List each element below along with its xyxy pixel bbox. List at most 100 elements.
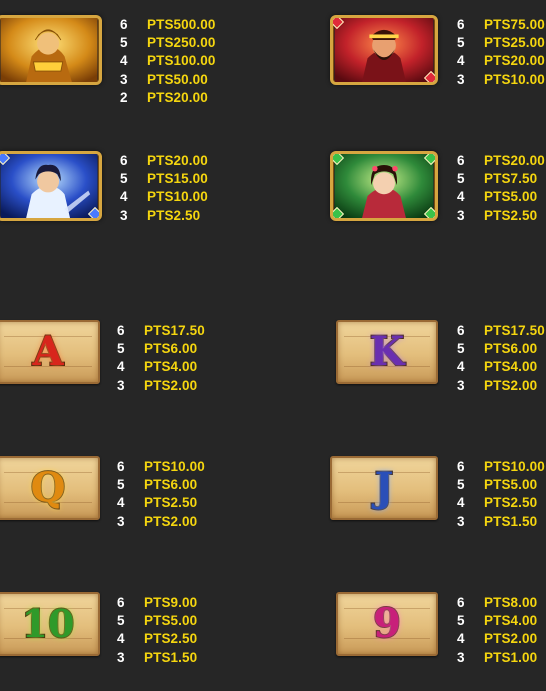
- payout-row: 5 PTS7.50: [457, 169, 545, 187]
- payout-value: PTS2.00: [144, 513, 198, 529]
- card-j-glyph: J: [374, 464, 395, 511]
- payout-row: 6 PTS17.50: [457, 321, 545, 339]
- paytable-card-a: 6 PTS17.50 5 PTS6.00 4 PTS4.00 3 PTS2.00: [117, 321, 205, 394]
- payout-value: PTS10.00: [484, 458, 545, 474]
- payout-value: PTS5.00: [484, 189, 538, 205]
- payout-row: 5 PTS6.00: [117, 339, 205, 357]
- match-count: 5: [117, 340, 125, 356]
- payout-value: PTS5.00: [144, 612, 198, 628]
- payout-row: 6 PTS20.00: [457, 151, 545, 169]
- payout-row: 5 PTS4.00: [457, 611, 537, 629]
- match-count: 6: [117, 594, 125, 610]
- symbol-gold-warrior: [0, 15, 102, 85]
- paytable-red-warrior: 6 PTS75.00 5 PTS25.00 4 PTS20.00 3 PTS10.00: [457, 15, 545, 88]
- match-count: 5: [457, 612, 465, 628]
- payout-value: PTS2.00: [484, 631, 538, 647]
- paytable-gold-warrior: 6 PTS500.00 5 PTS250.00 4 PTS100.00 3 PTS50.…: [120, 15, 215, 106]
- paytable-card-k: 6 PTS17.50 5 PTS6.00 4 PTS4.00 3 PTS2.00: [457, 321, 545, 394]
- payout-value: PTS20.00: [147, 152, 208, 168]
- match-count: 4: [117, 359, 125, 375]
- match-count: 5: [457, 340, 465, 356]
- symbol-card-9: 9: [336, 592, 438, 656]
- match-count: 3: [117, 377, 125, 393]
- gold-warrior-portrait-icon: [0, 18, 98, 82]
- payout-value: PTS2.50: [144, 631, 198, 647]
- red-warrior-portrait-icon: [334, 18, 434, 82]
- payout-row: 4 PTS2.50: [117, 494, 205, 512]
- payout-value: PTS15.00: [147, 170, 208, 186]
- match-count: 4: [117, 495, 125, 511]
- symbol-card-k: K: [336, 320, 438, 384]
- match-count: 3: [117, 649, 125, 665]
- payout-row: 3 PTS1.50: [457, 512, 545, 530]
- payout-row: 5 PTS6.00: [457, 339, 545, 357]
- payout-value: PTS50.00: [147, 71, 208, 87]
- match-count: 3: [457, 377, 465, 393]
- match-count: 4: [457, 53, 465, 69]
- payout-row: 4 PTS4.00: [457, 358, 545, 376]
- payout-row: 3 PTS10.00: [457, 70, 545, 88]
- payout-value: PTS25.00: [484, 34, 545, 50]
- payout-value: PTS75.00: [484, 16, 545, 32]
- payout-row: 4 PTS2.50: [457, 494, 545, 512]
- card-10-glyph: 10: [21, 601, 76, 646]
- payout-row: 5 PTS15.00: [120, 169, 208, 187]
- match-count: 3: [457, 71, 465, 87]
- payout-row: 3 PTS2.50: [457, 206, 545, 224]
- payout-value: PTS4.00: [144, 359, 198, 375]
- match-count: 6: [120, 152, 128, 168]
- payout-value: PTS1.50: [484, 513, 538, 529]
- payout-row: 3 PTS2.00: [457, 376, 545, 394]
- payout-row: 5 PTS5.00: [457, 475, 545, 493]
- payout-value: PTS2.00: [484, 377, 538, 393]
- payout-row: 4 PTS100.00: [120, 52, 215, 70]
- payout-row: 4 PTS5.00: [457, 188, 545, 206]
- symbol-card-a: A: [0, 320, 100, 384]
- payout-row: 6 PTS17.50: [117, 321, 205, 339]
- symbol-green-maiden: [330, 151, 438, 221]
- card-k-glyph: K: [369, 328, 406, 375]
- payout-value: PTS8.00: [484, 594, 538, 610]
- symbol-card-j: J: [330, 456, 438, 520]
- payout-row: 4 PTS2.00: [457, 630, 537, 648]
- payout-row: 5 PTS250.00: [120, 33, 215, 51]
- payout-row: 6 PTS10.00: [117, 457, 205, 475]
- match-count: 3: [120, 207, 128, 223]
- payout-value: PTS20.00: [147, 89, 208, 105]
- match-count: 3: [457, 649, 465, 665]
- payout-row: 5 PTS5.00: [117, 611, 197, 629]
- payout-value: PTS10.00: [484, 71, 545, 87]
- symbol-red-warrior: [330, 15, 438, 85]
- match-count: 4: [120, 189, 128, 205]
- symbol-card-q: Q: [0, 456, 100, 520]
- payout-row: 2 PTS20.00: [120, 88, 215, 106]
- match-count: 4: [457, 631, 465, 647]
- match-count: 6: [120, 16, 128, 32]
- payout-row: 6 PTS500.00: [120, 15, 215, 33]
- match-count: 4: [457, 359, 465, 375]
- payout-value: PTS4.00: [484, 359, 538, 375]
- payout-row: 4 PTS4.00: [117, 358, 205, 376]
- card-9-glyph: 9: [372, 600, 402, 647]
- match-count: 2: [120, 89, 128, 105]
- symbol-card-10: 10: [0, 592, 100, 656]
- green-maiden-portrait-icon: [334, 154, 434, 218]
- payout-row: 5 PTS25.00: [457, 33, 545, 51]
- paytable-card-10: 6 PTS9.00 5 PTS5.00 4 PTS2.50 3 PTS1.50: [117, 593, 197, 666]
- match-count: 5: [457, 170, 465, 186]
- match-count: 3: [120, 71, 128, 87]
- payout-value: PTS17.50: [144, 322, 205, 338]
- payout-row: 3 PTS1.00: [457, 648, 537, 666]
- payout-row: 6 PTS10.00: [457, 457, 545, 475]
- match-count: 6: [457, 458, 465, 474]
- paytable-card-q: 6 PTS10.00 5 PTS6.00 4 PTS2.50 3 PTS2.00: [117, 457, 205, 530]
- payout-value: PTS1.50: [144, 649, 198, 665]
- payout-value: PTS17.50: [484, 322, 545, 338]
- paytable-green-maiden: 6 PTS20.00 5 PTS7.50 4 PTS5.00 3 PTS2.50: [457, 151, 545, 224]
- payout-value: PTS20.00: [484, 53, 545, 69]
- match-count: 4: [117, 631, 125, 647]
- payout-value: PTS4.00: [484, 612, 538, 628]
- payout-row: 4 PTS2.50: [117, 630, 197, 648]
- paytable-card-9: 6 PTS8.00 5 PTS4.00 4 PTS2.00 3 PTS1.00: [457, 593, 537, 666]
- match-count: 5: [117, 476, 125, 492]
